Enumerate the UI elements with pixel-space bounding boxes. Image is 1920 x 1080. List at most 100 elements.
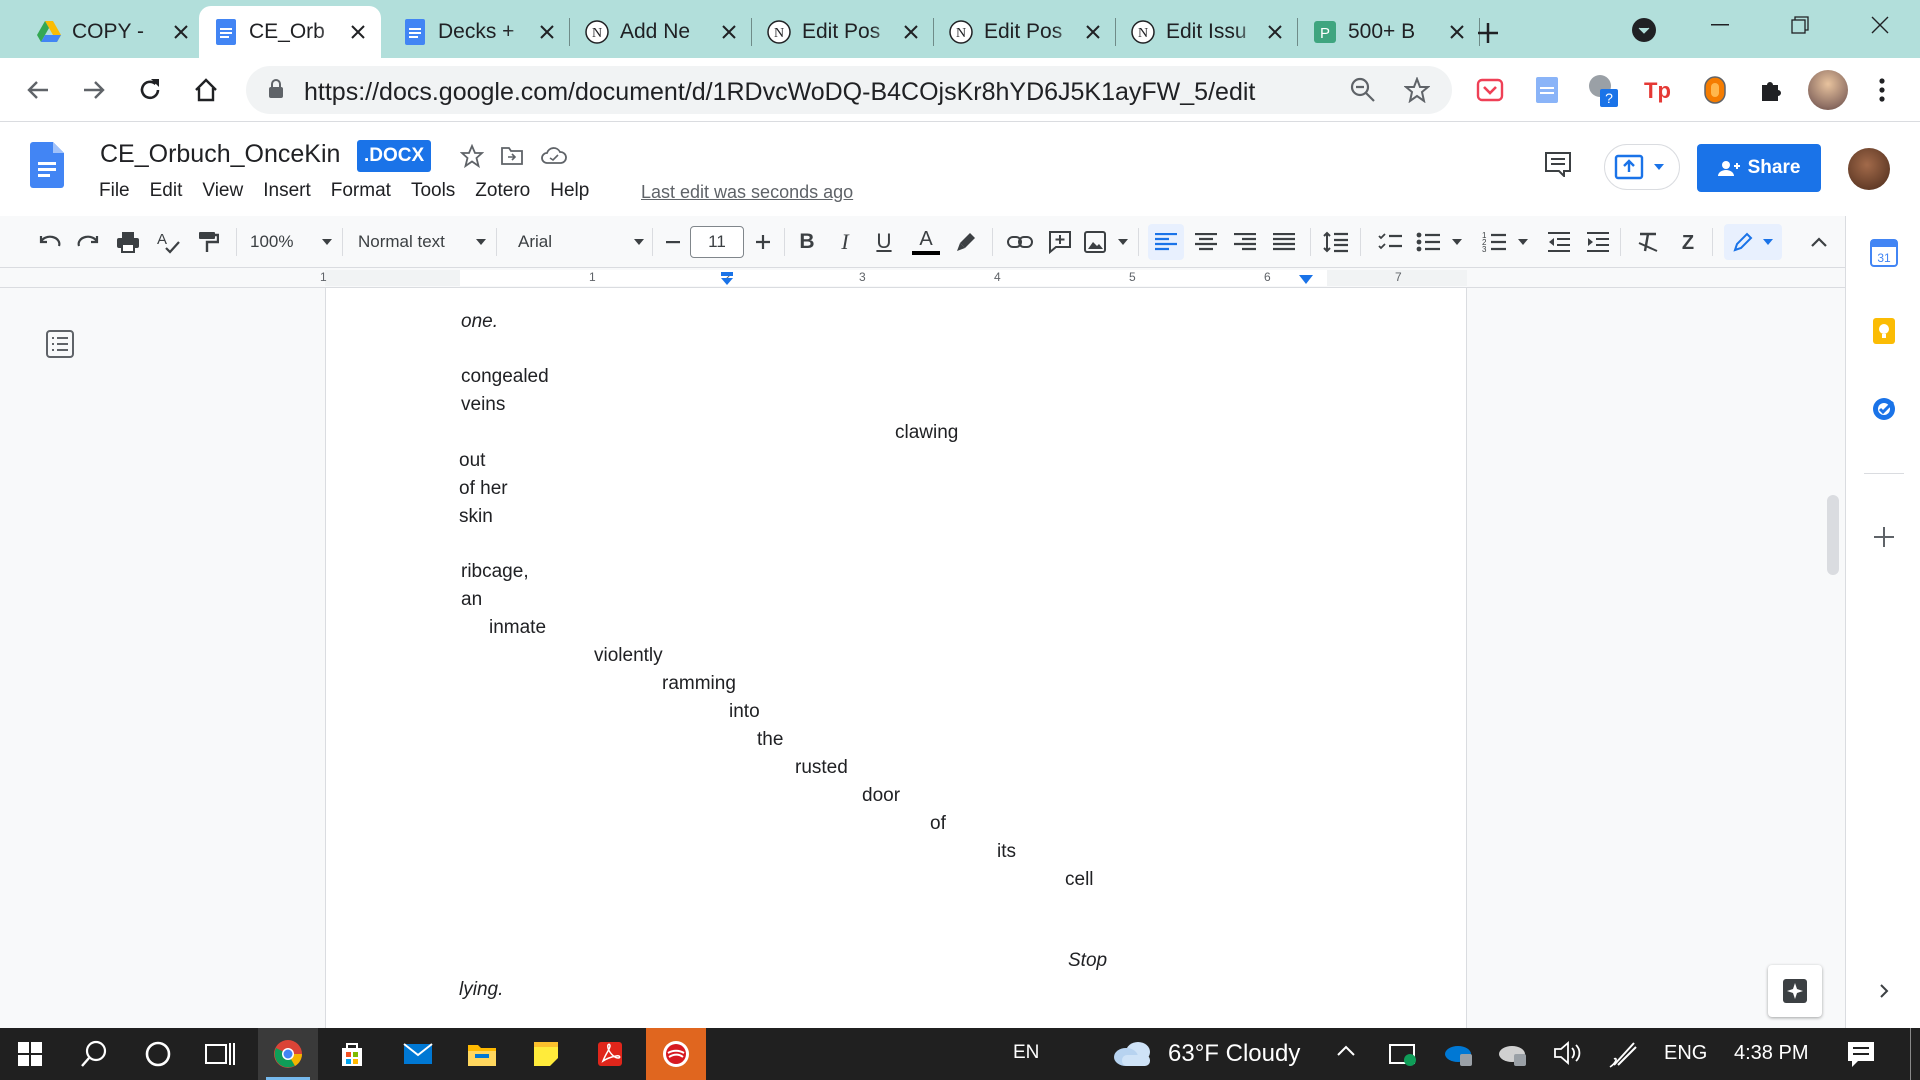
- taskbar-sticky-notes-icon[interactable]: [516, 1028, 576, 1080]
- menu-help[interactable]: Help: [550, 180, 589, 202]
- taskbar-store-icon[interactable]: [322, 1028, 382, 1080]
- docs-logo-icon[interactable]: [30, 142, 64, 188]
- restore-icon[interactable]: [1760, 0, 1840, 50]
- decrease-font-size-icon[interactable]: [660, 228, 686, 256]
- browser-tab[interactable]: N Edit Pos: [752, 6, 934, 58]
- honey-extension-icon[interactable]: [1699, 74, 1731, 106]
- zotero-icon[interactable]: Z: [1674, 228, 1702, 256]
- reload-icon[interactable]: [132, 72, 168, 108]
- star-icon[interactable]: [458, 142, 486, 170]
- close-tab-icon[interactable]: [718, 21, 740, 43]
- redo-icon[interactable]: [74, 228, 102, 256]
- highlight-color-icon[interactable]: [952, 228, 980, 256]
- extensions-puzzle-icon[interactable]: [1755, 74, 1787, 106]
- taskbar-acrobat-icon[interactable]: [580, 1028, 640, 1080]
- onedrive-personal-icon[interactable]: [1496, 1040, 1528, 1066]
- close-tab-icon[interactable]: [347, 21, 369, 43]
- document-title[interactable]: CE_Orbuch_OnceKin: [100, 140, 340, 169]
- add-addon-icon[interactable]: [1869, 522, 1899, 552]
- tab-search-icon[interactable]: [1622, 5, 1666, 55]
- underline-icon[interactable]: U: [871, 228, 897, 256]
- browser-tab[interactable]: Decks +: [388, 6, 570, 58]
- italic-icon[interactable]: I: [832, 228, 858, 256]
- close-tab-icon[interactable]: [900, 21, 922, 43]
- insert-link-icon[interactable]: [1006, 228, 1034, 256]
- font-family-select[interactable]: Arial: [518, 228, 644, 256]
- increase-indent-icon[interactable]: [1584, 228, 1612, 256]
- pocket-extension-icon[interactable]: [1474, 74, 1506, 106]
- taskbar-trend-micro-icon[interactable]: [646, 1028, 706, 1080]
- move-folder-icon[interactable]: [498, 142, 526, 170]
- show-hidden-icons-chevron-icon[interactable]: [1336, 1045, 1356, 1057]
- vertical-scrollbar[interactable]: [1827, 495, 1839, 575]
- share-button[interactable]: Share: [1697, 144, 1821, 192]
- minimize-icon[interactable]: [1680, 0, 1760, 50]
- volume-icon[interactable]: [1553, 1040, 1583, 1066]
- explore-button[interactable]: [1768, 965, 1822, 1017]
- close-tab-icon[interactable]: [1446, 21, 1468, 43]
- close-window-icon[interactable]: [1840, 0, 1920, 50]
- menu-zotero[interactable]: Zotero: [475, 180, 530, 202]
- close-tab-icon[interactable]: [170, 21, 192, 43]
- align-left-icon[interactable]: [1148, 224, 1184, 260]
- bold-icon[interactable]: B: [794, 228, 820, 256]
- calendar-icon[interactable]: 31: [1869, 238, 1899, 268]
- menu-edit[interactable]: Edit: [150, 180, 183, 202]
- forward-icon[interactable]: [76, 72, 112, 108]
- back-icon[interactable]: [20, 72, 56, 108]
- menu-tools[interactable]: Tools: [411, 180, 455, 202]
- font-size-input[interactable]: 11: [690, 226, 744, 258]
- line-spacing-icon[interactable]: [1322, 228, 1350, 256]
- search-icon[interactable]: [64, 1028, 124, 1080]
- docs-offline-extension-icon[interactable]: [1531, 74, 1563, 106]
- address-bar[interactable]: https://docs.google.com/document/d/1RDvc…: [246, 66, 1452, 114]
- browser-tab[interactable]: COPY -: [22, 6, 204, 58]
- language-indicator[interactable]: ENG: [1664, 1042, 1707, 1065]
- help-extension-icon[interactable]: ?: [1586, 74, 1618, 107]
- cortana-icon[interactable]: [128, 1028, 188, 1080]
- input-indicator[interactable]: EN: [1013, 1042, 1039, 1064]
- browser-tab[interactable]: N Edit Issu: [1116, 6, 1298, 58]
- browser-tab-active[interactable]: CE_Orb: [199, 6, 381, 58]
- notifications-icon[interactable]: [1846, 1040, 1876, 1068]
- document-page[interactable]: one. congealed veins clawing out of her …: [325, 288, 1467, 1028]
- meet-now-icon[interactable]: [1388, 1041, 1418, 1067]
- increase-font-size-icon[interactable]: [750, 228, 776, 256]
- browser-tab[interactable]: P 500+ B: [1298, 6, 1480, 58]
- cloudy-weather-icon[interactable]: [1112, 1038, 1154, 1068]
- home-icon[interactable]: [188, 72, 224, 108]
- tp-extension-icon[interactable]: Tp: [1642, 74, 1674, 106]
- align-center-icon[interactable]: [1192, 228, 1220, 256]
- insert-comment-icon[interactable]: [1046, 228, 1074, 256]
- cloud-status-icon[interactable]: [540, 142, 568, 170]
- bookmark-star-icon[interactable]: [1404, 77, 1430, 103]
- tasks-icon[interactable]: [1869, 394, 1899, 424]
- clock-time[interactable]: 4:38 PM: [1734, 1042, 1808, 1065]
- insert-image-icon[interactable]: [1084, 228, 1128, 256]
- new-tab-icon[interactable]: [1466, 8, 1510, 58]
- account-avatar[interactable]: [1848, 148, 1890, 190]
- align-right-icon[interactable]: [1231, 228, 1259, 256]
- weather-text[interactable]: 63°F Cloudy: [1168, 1040, 1300, 1068]
- last-edit-link[interactable]: Last edit was seconds ago: [641, 182, 853, 203]
- justify-icon[interactable]: [1270, 228, 1298, 256]
- menu-file[interactable]: File: [99, 180, 130, 202]
- menu-format[interactable]: Format: [331, 180, 391, 202]
- comment-history-icon[interactable]: [1544, 150, 1572, 178]
- right-indent-marker[interactable]: [1299, 275, 1313, 285]
- zoom-select[interactable]: 100%: [250, 228, 332, 256]
- show-desktop-button[interactable]: [1910, 1028, 1911, 1080]
- left-indent-marker[interactable]: [720, 272, 734, 286]
- menu-insert[interactable]: Insert: [263, 180, 311, 202]
- print-icon[interactable]: [114, 228, 142, 256]
- pen-workspace-icon[interactable]: [1608, 1039, 1640, 1069]
- editing-mode-select[interactable]: [1724, 224, 1782, 260]
- numbered-list-icon[interactable]: 123: [1482, 228, 1528, 256]
- profile-avatar[interactable]: [1808, 70, 1848, 110]
- ruler[interactable]: 1 1 2 3 4 5 6 7: [0, 268, 1845, 288]
- keep-icon[interactable]: [1869, 316, 1899, 346]
- present-button[interactable]: [1604, 144, 1680, 190]
- clear-formatting-icon[interactable]: [1634, 228, 1662, 256]
- menu-view[interactable]: View: [202, 180, 243, 202]
- checklist-icon[interactable]: [1376, 228, 1404, 256]
